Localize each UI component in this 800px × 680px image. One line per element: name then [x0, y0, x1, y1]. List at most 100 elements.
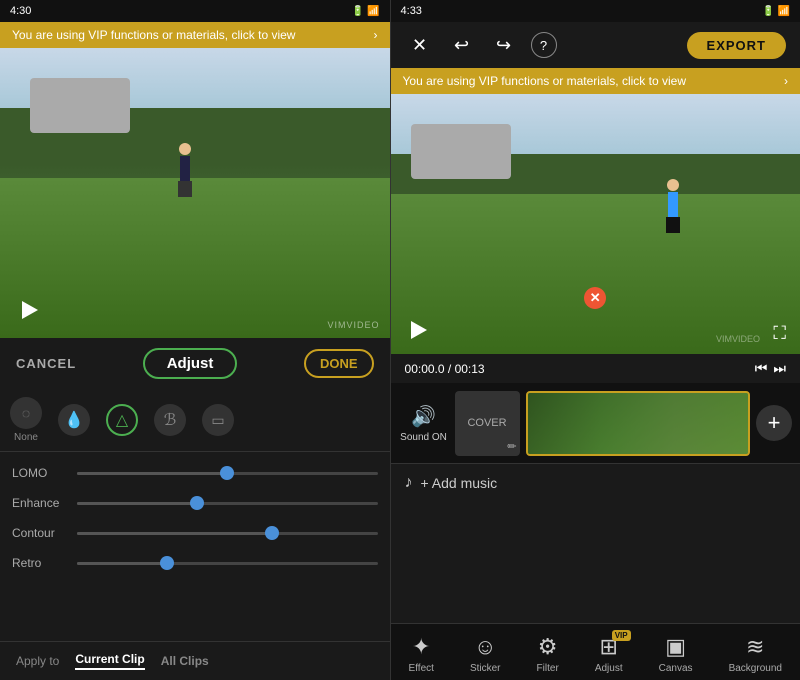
slider-name-retro: Retro — [12, 556, 67, 570]
slider-thumb-enhance[interactable] — [190, 496, 204, 510]
fullscreen-button[interactable]: ⛶ — [773, 323, 786, 344]
toolbar-canvas[interactable]: ▣ Canvas — [659, 634, 693, 674]
slider-thumb-contour[interactable] — [265, 526, 279, 540]
time-right: 4:33 — [401, 5, 422, 17]
vip-badge: VIP — [612, 630, 631, 641]
cover-thumbnail[interactable]: COVER ✏ — [455, 391, 520, 456]
slider-track-enhance[interactable] — [77, 502, 378, 505]
slider-fill-lomo — [77, 472, 227, 475]
slider-row-contour: Contour — [0, 518, 390, 548]
play-button-right[interactable] — [405, 316, 433, 344]
cover-label: COVER — [467, 417, 506, 429]
van-right — [411, 124, 511, 179]
slider-name-enhance: Enhance — [12, 496, 67, 510]
play-triangle-left — [22, 301, 38, 319]
current-time: 00:00.0 — [405, 362, 445, 376]
export-button[interactable]: EXPORT — [687, 32, 786, 59]
video-clip-strip[interactable] — [526, 391, 750, 456]
vip-banner-left[interactable]: You are using VIP functions or materials… — [0, 22, 390, 48]
person-legs-right — [666, 217, 680, 233]
sound-label: Sound ON — [400, 432, 447, 443]
none-circle: ◌ — [10, 397, 42, 429]
rect-circle: ▭ — [202, 404, 234, 436]
timeline-prev[interactable]: ⏮ — [755, 360, 768, 377]
slider-row-lomo: LOMO — [0, 458, 390, 488]
toolbar-adjust[interactable]: ⊞ VIP Adjust — [595, 634, 623, 674]
watermark-left: VIMVIDEO — [328, 320, 380, 330]
person-head-right — [667, 179, 679, 191]
slider-thumb-retro[interactable] — [160, 556, 174, 570]
filter-triangle[interactable]: △ — [106, 404, 138, 436]
vip-banner-arrow-right: › — [784, 74, 788, 88]
top-nav: ✕ ↩ ↪ ? EXPORT — [391, 22, 800, 68]
apply-all-clips[interactable]: All Clips — [161, 654, 209, 668]
toolbar-sticker[interactable]: ☺ Sticker — [470, 634, 501, 674]
person-right — [666, 179, 680, 233]
timeline-bar: 00:00.0 / 00:13 ⏮ ⏭ — [391, 354, 800, 383]
toolbar-filter[interactable]: ⚙ Filter — [537, 634, 559, 674]
signal-icon: 📶 — [367, 6, 379, 17]
slider-row-retro: Retro — [0, 548, 390, 578]
toolbar-background[interactable]: ≋ Background — [729, 634, 782, 674]
signal-icon-right: 📶 — [778, 6, 790, 17]
timeline-nav: ⏮ ⏭ — [755, 360, 786, 377]
video-bg-right: VIMVIDEO ✕ — [391, 94, 800, 354]
apply-row: Apply to Current Clip All Clips — [0, 641, 390, 680]
sticker-label: Sticker — [470, 663, 501, 674]
sound-toggle[interactable]: 🔊 Sound ON — [399, 404, 449, 443]
battery-icon: 🔋 — [352, 6, 364, 17]
person-left — [178, 143, 192, 197]
van-left — [30, 78, 130, 133]
adjust-toolbar: CANCEL Adjust DONE — [0, 338, 390, 389]
filter-none[interactable]: ◌ None — [10, 397, 42, 443]
triangle-circle: △ — [106, 404, 138, 436]
add-music-text[interactable]: + Add music — [421, 475, 498, 491]
cancel-button[interactable]: CANCEL — [16, 356, 76, 371]
status-bar-right: 4:33 🔋 📶 — [391, 0, 800, 22]
undo-button[interactable]: ↩ — [447, 30, 477, 60]
add-clip-button[interactable]: + — [756, 405, 792, 441]
add-music-row[interactable]: ♪ + Add music — [391, 463, 800, 502]
vip-banner-arrow-left: › — [374, 28, 378, 42]
redo-button[interactable]: ↪ — [489, 30, 519, 60]
background-icon: ≋ — [746, 634, 764, 660]
help-button[interactable]: ? — [531, 32, 557, 58]
sliders-area: LOMO Enhance Contour Retro — [0, 452, 390, 641]
slider-track-contour[interactable] — [77, 532, 378, 535]
vip-banner-right[interactable]: You are using VIP functions or materials… — [391, 68, 800, 94]
person-body-right — [668, 192, 678, 217]
error-icon: ✕ — [584, 287, 606, 309]
slider-fill-retro — [77, 562, 167, 565]
filter-drop[interactable]: 💧 — [58, 404, 90, 436]
play-button-left[interactable] — [16, 296, 44, 324]
close-button[interactable]: ✕ — [405, 30, 435, 60]
timeline-next[interactable]: ⏭ — [773, 360, 786, 377]
clip-strip: 🔊 Sound ON COVER ✏ + — [391, 383, 800, 463]
video-preview-right: VIMVIDEO ✕ ⛶ — [391, 94, 800, 354]
sticker-icon: ☺ — [474, 634, 496, 660]
add-music-icon: ♪ — [405, 474, 413, 492]
done-button[interactable]: DONE — [304, 349, 374, 378]
person-body-left — [180, 156, 190, 181]
slider-track-lomo[interactable] — [77, 472, 378, 475]
slider-thumb-lomo[interactable] — [220, 466, 234, 480]
adjust-button[interactable]: Adjust — [143, 348, 238, 379]
clip-inner — [528, 393, 748, 454]
slider-fill-contour — [77, 532, 272, 535]
apply-current-clip[interactable]: Current Clip — [75, 652, 144, 670]
filter-hook[interactable]: ℬ — [154, 404, 186, 436]
video-bg-left: VIMVIDEO — [0, 48, 390, 338]
sound-icon: 🔊 — [411, 404, 436, 429]
filter-icons-row: ◌ None 💧 △ ℬ ▭ — [0, 389, 390, 452]
battery-icon-right: 🔋 — [762, 6, 774, 17]
grass-left — [0, 178, 390, 338]
person-head-left — [179, 143, 191, 155]
vip-banner-text-right: You are using VIP functions or materials… — [403, 74, 686, 88]
slider-track-retro[interactable] — [77, 562, 378, 565]
timeline-time-display: 00:00.0 / 00:13 — [405, 362, 485, 376]
grass-right — [391, 194, 800, 354]
filter-rect[interactable]: ▭ — [202, 404, 234, 436]
toolbar-effect[interactable]: ✦ Effect — [409, 634, 434, 674]
slider-fill-enhance — [77, 502, 197, 505]
total-time: 00:13 — [455, 362, 485, 376]
